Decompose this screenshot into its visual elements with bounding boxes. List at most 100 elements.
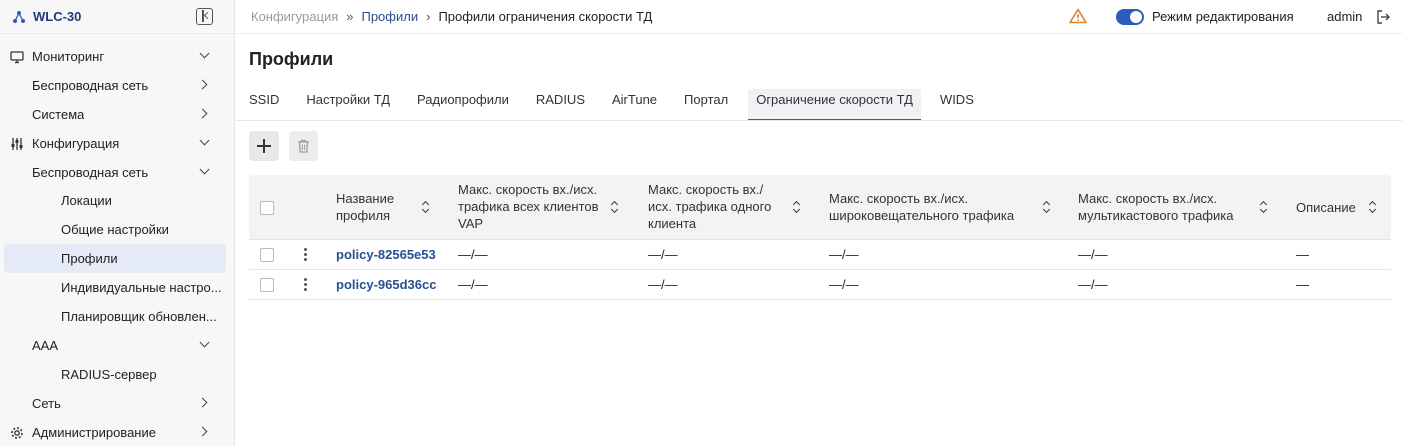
tab-ssid[interactable]: SSID <box>249 89 279 121</box>
column-header-broadcast[interactable]: Макс. скорость вх./исх. широковещательног… <box>829 190 1014 224</box>
more-actions-icon[interactable] <box>304 278 308 292</box>
tab-portal[interactable]: Портал <box>684 89 728 121</box>
sort-icon[interactable] <box>611 202 618 213</box>
sidebar-item-update-scheduler[interactable]: Планировщик обновлен... <box>0 302 234 331</box>
table-row[interactable]: policy-965d36cc —/— —/— —/— —/— — <box>249 270 1391 300</box>
tabs-divider <box>235 120 1402 121</box>
gear-icon <box>11 426 23 439</box>
cell-all-vap: —/— <box>458 277 488 292</box>
tabs: SSID Настройки ТД Радиопрофили RADIUS Ai… <box>249 89 1001 121</box>
breadcrumb-separator: » <box>346 9 354 24</box>
delete-button[interactable] <box>289 131 318 161</box>
sliders-icon <box>11 137 23 150</box>
sidebar-item-label: Администрирование <box>32 424 156 440</box>
chevron-right-icon <box>197 79 208 90</box>
cell-broadcast: —/— <box>829 277 859 292</box>
profiles-table: Название профиля Макс. скорость вх./исх. т… <box>249 175 1391 300</box>
app-name: WLC-30 <box>33 9 82 24</box>
tab-ap-settings[interactable]: Настройки ТД <box>306 89 390 121</box>
sidebar-item-label: Планировщик обновлен... <box>61 308 217 324</box>
row-checkbox[interactable] <box>260 248 274 262</box>
cell-broadcast: —/— <box>829 247 859 262</box>
cell-multicast: —/— <box>1078 277 1108 292</box>
sidebar-item-config-wireless[interactable]: Беспроводная сеть <box>0 158 234 187</box>
cell-description: — <box>1296 277 1309 292</box>
collapse-sidebar-icon[interactable] <box>196 8 213 25</box>
sidebar-item-label: RADIUS-сервер <box>61 366 157 382</box>
sidebar-item-radius-server[interactable]: RADIUS-сервер <box>0 360 234 389</box>
breadcrumb-root[interactable]: Конфигурация <box>251 9 338 24</box>
profile-name-link[interactable]: policy-965d36cc <box>336 277 436 292</box>
sidebar: WLC-30 Мониторинг Беспроводная сеть Сист… <box>0 0 235 446</box>
sidebar-item-profiles[interactable]: Профили <box>4 244 226 274</box>
sidebar-item-aaa[interactable]: AAA <box>0 331 234 360</box>
sidebar-item-monitoring[interactable]: Мониторинг <box>0 42 234 71</box>
sidebar-item-label: Общие настройки <box>61 222 169 238</box>
chevron-right-icon <box>197 426 208 437</box>
topbar: Конфигурация » Профили › Профили огранич… <box>235 0 1402 34</box>
sidebar-item-label: Локации <box>61 193 112 209</box>
column-header-one-client[interactable]: Макс. скорость вх./исх. трафика одного кл… <box>648 181 771 232</box>
sidebar-item-network[interactable]: Сеть <box>0 389 234 418</box>
main-content: Профили SSID Настройки ТД Радиопрофили R… <box>235 35 1402 446</box>
sort-icon[interactable] <box>1260 202 1267 213</box>
select-all-checkbox[interactable] <box>260 201 274 215</box>
network-logo-icon <box>13 10 25 23</box>
sort-icon[interactable] <box>1369 202 1376 213</box>
more-actions-icon[interactable] <box>304 248 308 262</box>
sidebar-item-system[interactable]: Система <box>0 100 234 129</box>
edit-mode-label: Режим редактирования <box>1152 9 1294 24</box>
breadcrumb-separator: › <box>426 9 431 24</box>
sidebar-item-configuration[interactable]: Конфигурация <box>0 129 234 158</box>
sidebar-item-label: Беспроводная сеть <box>32 77 149 93</box>
chevron-right-icon <box>197 397 208 408</box>
chevron-down-icon <box>199 135 210 146</box>
tab-airtune[interactable]: AirTune <box>612 89 657 121</box>
sidebar-item-monitoring-wireless[interactable]: Беспроводная сеть <box>0 71 234 100</box>
chevron-down-icon <box>199 48 210 59</box>
sidebar-item-label: Беспроводная сеть <box>32 164 149 180</box>
tab-radio-profiles[interactable]: Радиопрофили <box>417 89 509 121</box>
trash-icon <box>298 139 309 153</box>
tab-radius[interactable]: RADIUS <box>536 89 585 121</box>
table-header: Название профиля Макс. скорость вх./исх. т… <box>249 175 1391 240</box>
breadcrumb-parent[interactable]: Профили <box>361 9 418 24</box>
table-row[interactable]: policy-82565e53 —/— —/— —/— —/— — <box>249 240 1391 270</box>
add-button[interactable] <box>249 131 279 161</box>
chevron-down-icon <box>199 164 210 175</box>
column-header-multicast[interactable]: Макс. скорость вх./исх. мультикастового т… <box>1078 190 1233 224</box>
column-header-description[interactable]: Описание <box>1296 199 1356 216</box>
monitor-icon <box>10 51 24 64</box>
sort-icon[interactable] <box>793 202 800 213</box>
sidebar-item-label: Индивидуальные настро... <box>61 280 222 296</box>
sidebar-item-label: Профили <box>61 251 118 267</box>
page-title: Профили <box>249 49 334 69</box>
row-checkbox[interactable] <box>260 278 274 292</box>
chevron-down-icon <box>199 337 210 348</box>
sidebar-item-label: AAA <box>32 337 59 353</box>
user-name[interactable]: admin <box>1327 9 1362 24</box>
cell-multicast: —/— <box>1078 247 1108 262</box>
edit-mode-toggle[interactable] <box>1116 9 1144 25</box>
sidebar-item-general-settings[interactable]: Общие настройки <box>0 215 234 244</box>
tab-ap-rate-limit[interactable]: Ограничение скорости ТД <box>748 89 921 121</box>
sidebar-item-label: Конфигурация <box>32 135 120 151</box>
sort-icon[interactable] <box>422 202 429 213</box>
sidebar-item-label: Мониторинг <box>32 48 105 64</box>
sidebar-item-administration[interactable]: Администрирование <box>0 418 234 446</box>
cell-one-client: —/— <box>648 277 678 292</box>
cell-one-client: —/— <box>648 247 678 262</box>
sidebar-item-label: Система <box>32 106 85 122</box>
cell-description: — <box>1296 247 1309 262</box>
warning-icon[interactable] <box>1069 8 1087 24</box>
sort-icon[interactable] <box>1043 202 1050 213</box>
chevron-right-icon <box>197 108 208 119</box>
sidebar-item-individual-settings[interactable]: Индивидуальные настро... <box>0 273 234 302</box>
sidebar-item-label: Сеть <box>32 395 61 411</box>
sidebar-item-locations[interactable]: Локации <box>0 186 234 215</box>
profile-name-link[interactable]: policy-82565e53 <box>336 247 436 262</box>
column-header-name[interactable]: Название профиля <box>336 190 394 224</box>
column-header-all-vap[interactable]: Макс. скорость вх./исх. трафика всех клие… <box>458 181 599 232</box>
logout-icon[interactable] <box>1375 9 1391 25</box>
tab-wids[interactable]: WIDS <box>940 89 974 121</box>
